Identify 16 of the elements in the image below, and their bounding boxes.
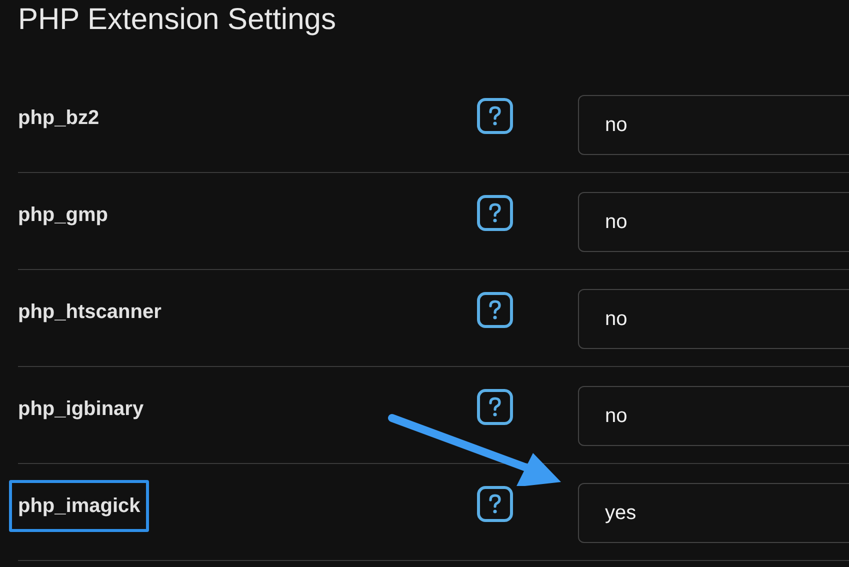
select-field[interactable]: no: [578, 192, 849, 252]
help-icon[interactable]: [477, 389, 513, 425]
help-icon[interactable]: [477, 98, 513, 134]
help-icon[interactable]: [477, 486, 513, 522]
help-icon[interactable]: [477, 195, 513, 231]
help-icon[interactable]: [477, 292, 513, 328]
setting-label: php_igbinary: [17, 397, 145, 422]
setting-label: php_gmp: [17, 203, 109, 228]
select-field[interactable]: no: [578, 386, 849, 446]
select-field[interactable]: no: [578, 289, 849, 349]
select-field[interactable]: yes: [578, 483, 849, 543]
setting-label: php_imagick: [9, 480, 150, 532]
page-title: PHP Extension Settings: [18, 2, 336, 38]
select-field[interactable]: no: [578, 95, 849, 155]
setting-label: php_bz2: [17, 106, 100, 131]
setting-label: php_htscanner: [17, 300, 162, 325]
